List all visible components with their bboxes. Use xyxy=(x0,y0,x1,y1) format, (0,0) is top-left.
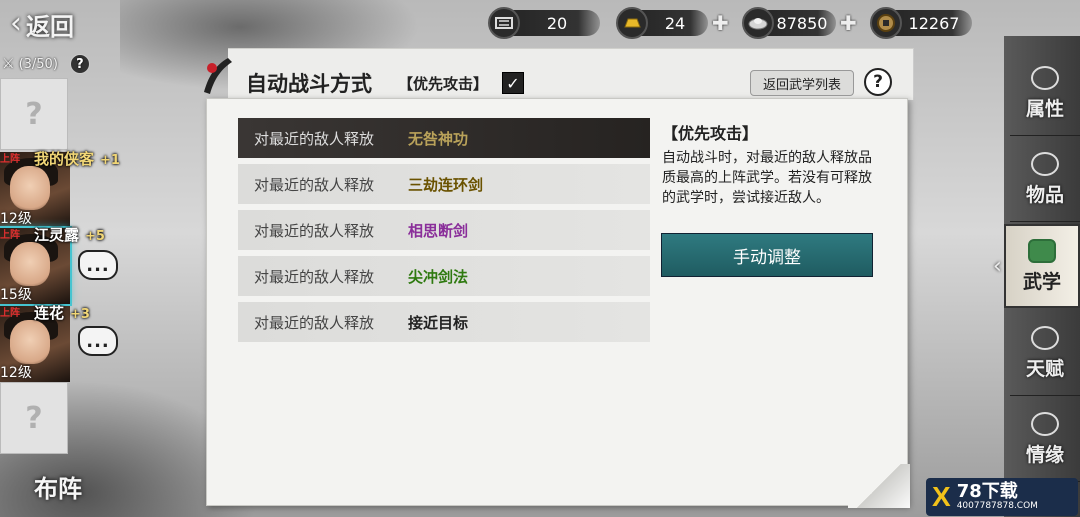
skill-priority-list: 对最近的敌人释放 无咎神功 对最近的敌人释放 三劫连环剑 对最近的敌人释放 相思… xyxy=(238,118,650,348)
resource-value: 87850 xyxy=(776,13,828,33)
page-curl-decoration xyxy=(848,464,910,508)
resource-value: 12267 xyxy=(908,13,960,33)
coin-icon xyxy=(870,7,902,39)
skill-name: 相思断剑 xyxy=(408,221,469,240)
empty-slot-mark: ? xyxy=(25,400,43,436)
skill-row[interactable]: 对最近的敌人释放 相思断剑 xyxy=(238,210,650,250)
hero-portrait xyxy=(10,166,50,210)
description-text: 自动战斗时，对最近的敌人释放品质最高的上阵武学。若没有可释放的武学时，尝试接近敌… xyxy=(662,150,872,206)
manual-adjust-button[interactable]: 手动调整 xyxy=(661,233,873,277)
ink-brush-icon xyxy=(204,58,232,94)
formation-label: 布阵 xyxy=(34,474,82,503)
talent-icon xyxy=(1031,326,1059,350)
back-label: 返回 xyxy=(26,12,74,41)
priority-attack-checkbox[interactable]: ✓ xyxy=(502,72,524,94)
tab-bond[interactable]: 情缘 xyxy=(1010,398,1080,482)
hero-name: 我的侠客 +1 xyxy=(34,150,120,168)
skill-name: 尖冲剑法 xyxy=(408,267,469,286)
site-watermark: X 78下载 4007787878.COM xyxy=(926,478,1078,516)
hero-name: 连花 +3 xyxy=(34,304,90,322)
gold-ingot-icon xyxy=(616,7,648,39)
hero-name: 江灵露 +5 xyxy=(34,226,105,244)
skill-action: 对最近的敌人释放 xyxy=(254,267,375,286)
attributes-icon xyxy=(1031,66,1059,90)
skill-row[interactable]: 对最近的敌人释放 尖冲剑法 xyxy=(238,256,650,296)
chat-icon: ... xyxy=(86,330,110,352)
tab-martial-arts[interactable]: 武学 xyxy=(1004,224,1080,308)
description-title: 【优先攻击】 xyxy=(662,124,759,143)
skill-name: 接近目标 xyxy=(408,313,469,332)
tab-label: 天赋 xyxy=(1025,358,1064,380)
tab-label: 武学 xyxy=(1022,270,1061,293)
roster-count: ⚔ (3/50) ? xyxy=(2,52,106,76)
checkmark-icon: ✓ xyxy=(506,73,520,93)
chat-bubble-button[interactable]: ... xyxy=(78,250,118,280)
resource-value: 24 xyxy=(664,13,686,33)
tab-label: 物品 xyxy=(1025,184,1064,206)
tab-attributes[interactable]: 属性 xyxy=(1010,52,1080,136)
hero-level: 15级 xyxy=(0,287,32,303)
skill-action: 对最近的敌人释放 xyxy=(254,221,375,240)
resource-gold: 24 ✚ xyxy=(616,7,729,39)
scroll-icon xyxy=(488,7,520,39)
skill-name: 三劫连环剑 xyxy=(408,175,484,194)
hero-portrait xyxy=(10,242,50,286)
hero-rank: +1 xyxy=(100,153,120,168)
hero-level: 12级 xyxy=(0,365,32,381)
tab-items[interactable]: 物品 xyxy=(1010,138,1080,222)
hero-card[interactable]: 上阵 连花 +3 12级 xyxy=(0,304,90,382)
chevron-left-icon: ‹ xyxy=(10,6,22,41)
skill-name: 无咎神功 xyxy=(408,129,469,148)
add-gold-button[interactable]: ✚ xyxy=(712,11,729,35)
bond-icon xyxy=(1031,412,1059,436)
items-icon xyxy=(1031,152,1059,176)
roster-count-text: (3/50) xyxy=(18,56,58,72)
roster-help-button[interactable]: ? xyxy=(69,54,90,74)
empty-slot-mark: ? xyxy=(25,96,43,132)
watermark-logo: X xyxy=(932,481,951,512)
chevron-left-icon: ‹ xyxy=(993,254,1002,279)
skill-action: 对最近的敌人释放 xyxy=(254,129,375,148)
deployed-badge: 上阵 xyxy=(0,154,20,165)
silver-ingot-icon xyxy=(742,7,774,39)
skill-action: 对最近的敌人释放 xyxy=(254,313,375,332)
panel-title: 自动战斗方式 xyxy=(246,72,372,96)
skill-row[interactable]: 对最近的敌人释放 接近目标 xyxy=(238,302,650,342)
skill-row[interactable]: 对最近的敌人释放 无咎神功 xyxy=(238,118,650,158)
hero-portrait xyxy=(10,320,50,364)
help-button[interactable]: ? xyxy=(864,68,892,96)
hero-rank: +5 xyxy=(85,229,105,244)
tab-label: 属性 xyxy=(1025,98,1064,120)
resource-scroll: 20 xyxy=(488,7,600,39)
add-silver-button[interactable]: ✚ xyxy=(840,11,857,35)
hero-card[interactable]: 上阵 我的侠客 +1 12级 xyxy=(0,150,120,228)
resource-coin: 12267 xyxy=(870,7,972,39)
return-martial-list-button[interactable]: 返回武学列表 xyxy=(750,70,854,96)
hero-rank: +3 xyxy=(70,307,90,322)
deployed-badge: 上阵 xyxy=(0,230,20,241)
back-button[interactable]: ‹ 返回 xyxy=(10,6,74,42)
empty-hero-slot[interactable]: ? xyxy=(0,382,68,454)
tab-talent[interactable]: 天赋 xyxy=(1010,312,1080,396)
hero-level: 12级 xyxy=(0,211,32,227)
deployed-badge: 上阵 xyxy=(0,308,20,319)
skill-row[interactable]: 对最近的敌人释放 三劫连环剑 xyxy=(238,164,650,204)
resource-silver: 87850 ✚ xyxy=(742,7,857,39)
empty-hero-slot[interactable]: ? xyxy=(0,78,68,150)
formation-button[interactable]: 布阵 xyxy=(8,462,108,510)
watermark-title: 78下载 xyxy=(956,481,1018,502)
chat-bubble-button[interactable]: ... xyxy=(78,326,118,356)
skill-action: 对最近的敌人释放 xyxy=(254,175,375,194)
resource-value: 20 xyxy=(546,13,568,33)
battle-mode-label: 【优先攻击】 xyxy=(398,75,489,93)
chat-icon: ... xyxy=(86,254,110,276)
tab-label: 情缘 xyxy=(1025,444,1064,466)
swords-icon: ⚔ xyxy=(2,56,15,72)
martial-arts-icon xyxy=(1028,238,1056,263)
watermark-site: 4007787878.COM xyxy=(956,501,1038,511)
hero-card[interactable]: 上阵 江灵露 +5 15级 xyxy=(0,226,105,304)
